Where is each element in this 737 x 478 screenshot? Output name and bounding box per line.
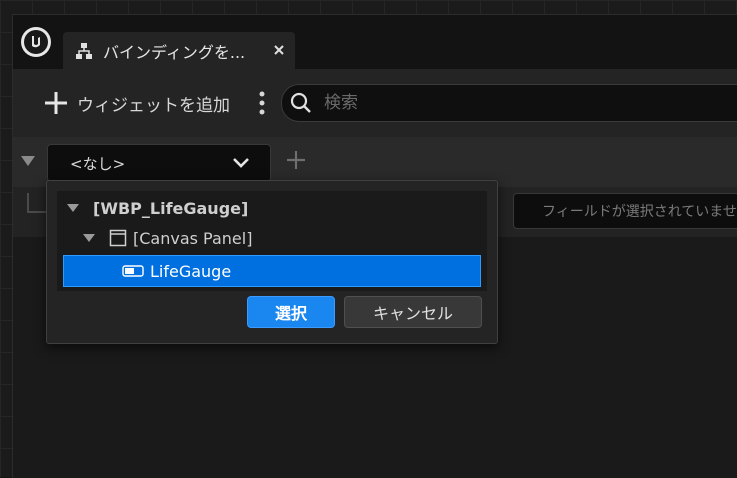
widget-picker-popup: [WBP_LifeGauge] [Canvas Panel] LifeGauge… (46, 180, 498, 344)
plus-icon (45, 92, 67, 114)
tree-item-label: [Canvas Panel] (133, 228, 253, 248)
add-widget-label: ウィジェットを追加 (77, 95, 230, 116)
search-icon (290, 92, 311, 113)
collapse-arrow-icon[interactable] (21, 155, 35, 167)
hierarchy-icon (76, 42, 92, 59)
field-selector[interactable]: フィールドが選択されていません (513, 193, 737, 229)
canvas-panel-icon (109, 229, 127, 247)
tree-item-label: LifeGauge (150, 261, 232, 281)
tab-label: バインディングを... (103, 42, 246, 62)
expand-arrow-icon[interactable] (67, 203, 79, 213)
close-icon[interactable] (269, 40, 289, 60)
progress-bar-icon (122, 265, 144, 277)
tree-item-lifegauge[interactable]: LifeGauge (63, 255, 481, 287)
widget-tree: [WBP_LifeGauge] [Canvas Panel] LifeGauge (57, 191, 487, 291)
search-box (281, 84, 737, 122)
chevron-down-icon (233, 158, 249, 168)
title-strip: バインディングを... (13, 15, 737, 69)
unreal-logo-icon[interactable] (21, 27, 51, 57)
toolbar: ウィジェットを追加 (13, 69, 737, 137)
tab-binding[interactable]: バインディングを... (63, 32, 295, 69)
tree-item-canvas-panel[interactable]: [Canvas Panel] (57, 223, 487, 253)
tree-item-label: [WBP_LifeGauge] (93, 198, 249, 218)
binding-combo[interactable]: <なし> (47, 144, 271, 182)
cancel-button[interactable]: キャンセル (344, 296, 482, 328)
add-widget-button[interactable]: ウィジェットを追加 (43, 87, 230, 119)
search-input[interactable] (322, 92, 706, 114)
tree-item-root[interactable]: [WBP_LifeGauge] (57, 193, 487, 223)
add-binding-icon[interactable] (285, 149, 307, 171)
more-options-icon[interactable] (257, 89, 267, 117)
expand-arrow-icon[interactable] (83, 233, 95, 243)
binding-combo-value: <なし> (70, 155, 126, 173)
select-button[interactable]: 選択 (247, 296, 335, 328)
